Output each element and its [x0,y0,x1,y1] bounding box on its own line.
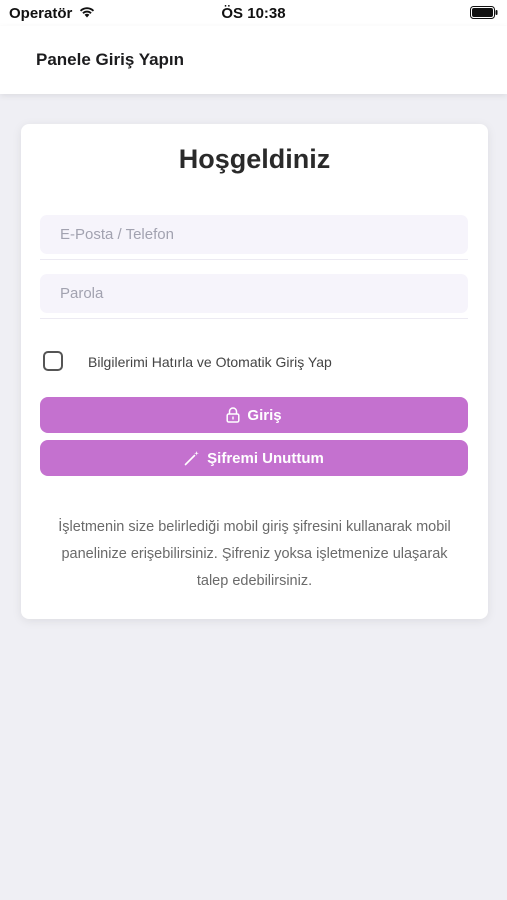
lock-icon [226,407,240,423]
password-input[interactable] [40,274,468,313]
navigation-bar: Panele Giriş Yapın [0,26,507,94]
status-bar: Operatör ÖS 10:38 [0,0,507,26]
email-underline [40,259,468,260]
email-phone-input[interactable] [40,215,468,254]
login-card: Hoşgeldiniz Bilgilerimi Hatırla ve Otoma… [21,124,488,619]
remember-me-checkbox[interactable] [43,351,63,371]
forgot-password-button[interactable]: Şifremi Unuttum [40,440,468,476]
welcome-heading: Hoşgeldiniz [178,144,331,174]
info-text: İşletmenin size belirlediği mobil giriş … [58,519,451,589]
status-time: ÖS 10:38 [221,5,286,22]
magic-wand-icon [184,450,200,466]
battery-icon [470,6,498,23]
password-underline [40,318,468,319]
login-button-label: Giriş [247,406,282,424]
forgot-password-label: Şifremi Unuttum [207,449,324,467]
page-title: Panele Giriş Yapın [36,50,185,69]
remember-me-label[interactable]: Bilgilerimi Hatırla ve Otomatik Giriş Ya… [88,354,332,370]
login-button[interactable]: Giriş [40,397,468,433]
